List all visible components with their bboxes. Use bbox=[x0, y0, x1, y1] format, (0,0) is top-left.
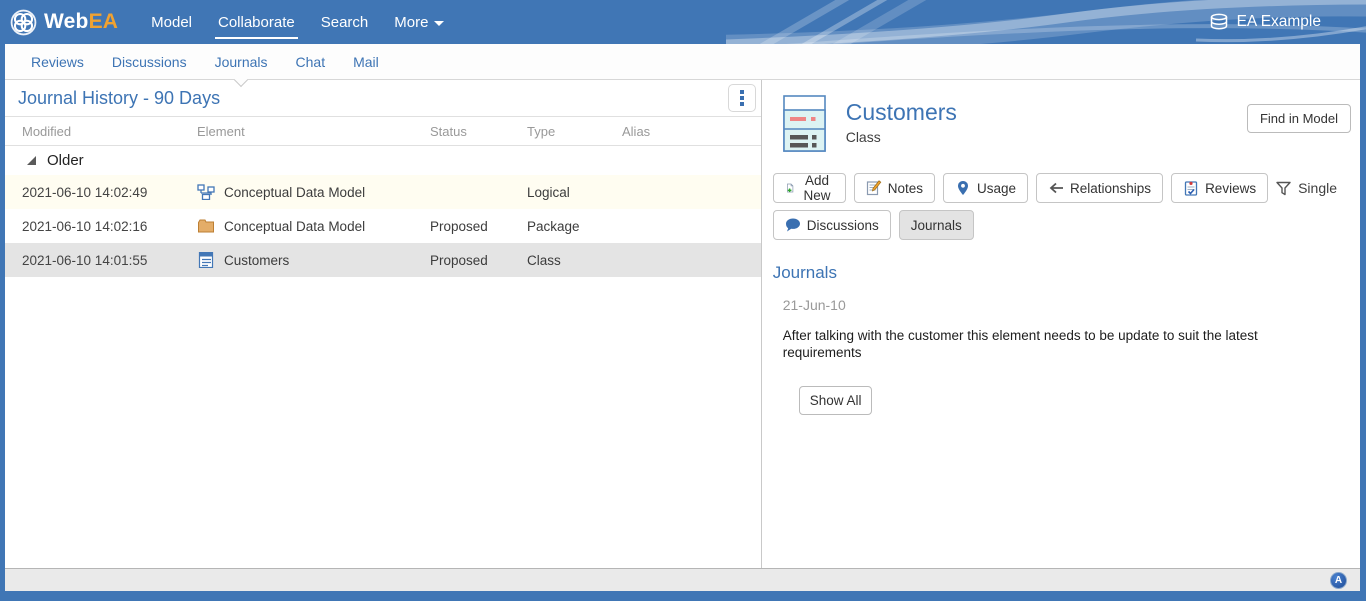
webea-brand[interactable]: WebEA bbox=[0, 9, 118, 36]
reviews-button[interactable]: Reviews bbox=[1171, 173, 1268, 203]
toolbar-row-2: Discussions Journals bbox=[773, 210, 1343, 240]
filter-funnel-icon bbox=[1276, 181, 1291, 196]
model-indicator[interactable]: EA Example bbox=[1209, 13, 1366, 32]
relationships-arrow-icon bbox=[1048, 180, 1064, 196]
subnav-journals[interactable]: Journals bbox=[201, 44, 282, 79]
element-name: Customers bbox=[846, 99, 957, 125]
model-name: EA Example bbox=[1237, 13, 1321, 31]
cell-type: Package bbox=[527, 219, 622, 234]
status-bar: A bbox=[5, 568, 1360, 591]
cell-element: Conceptual Data Model bbox=[195, 184, 430, 200]
group-expanded-triangle-icon bbox=[27, 156, 36, 165]
element-type: Class bbox=[846, 129, 957, 145]
journal-history-header: Journal History - 90 Days bbox=[5, 80, 761, 117]
cell-element: Conceptual Data Model bbox=[195, 218, 430, 234]
chevron-down-icon bbox=[434, 21, 444, 26]
journals-section: Journals 21-Jun-10 After talking with th… bbox=[773, 240, 1360, 415]
show-all-button[interactable]: Show All bbox=[799, 386, 873, 415]
top-navigation: Model Collaborate Search More bbox=[138, 0, 457, 44]
topnav-model[interactable]: Model bbox=[138, 0, 205, 44]
reviews-icon bbox=[1183, 180, 1199, 196]
column-header-modified[interactable]: Modified bbox=[5, 124, 195, 139]
topnav-more[interactable]: More bbox=[381, 0, 457, 44]
relationships-button[interactable]: Relationships bbox=[1036, 173, 1163, 203]
add-new-icon bbox=[785, 180, 795, 196]
cell-status: Proposed bbox=[430, 219, 527, 234]
column-header-alias[interactable]: Alias bbox=[622, 124, 761, 139]
usage-button[interactable]: Usage bbox=[943, 173, 1028, 203]
journals-button[interactable]: Journals bbox=[899, 210, 974, 240]
filter-single-toggle[interactable]: Single bbox=[1276, 180, 1343, 196]
cell-modified: 2021-06-10 14:01:55 bbox=[5, 253, 195, 268]
journals-section-title: Journals bbox=[773, 263, 1360, 283]
notes-icon bbox=[866, 180, 882, 196]
subnav-discussions[interactable]: Discussions bbox=[98, 44, 201, 79]
diagram-icon bbox=[197, 184, 215, 200]
element-toolbar: Add New Notes bbox=[773, 173, 1343, 240]
journal-table-header: Modified Element Status Type Alias bbox=[5, 117, 761, 146]
usage-pin-icon bbox=[955, 180, 971, 196]
find-in-model-button[interactable]: Find in Model bbox=[1247, 104, 1351, 133]
cell-type: Class bbox=[527, 253, 622, 268]
column-header-type[interactable]: Type bbox=[527, 124, 622, 139]
table-row[interactable]: 2021-06-10 14:02:16 Conceptual Data Mode… bbox=[5, 209, 761, 243]
database-icon bbox=[1209, 13, 1229, 32]
journal-entry-date: 21-Jun-10 bbox=[783, 297, 1360, 313]
table-row-selected[interactable]: 2021-06-10 14:01:55 Customers Proposed C… bbox=[5, 243, 761, 277]
journal-entry-text: After talking with the customer this ele… bbox=[783, 328, 1295, 361]
notes-button[interactable]: Notes bbox=[854, 173, 935, 203]
brand-text: WebEA bbox=[44, 10, 118, 34]
folder-icon bbox=[197, 218, 215, 234]
cell-status: Proposed bbox=[430, 253, 527, 268]
group-label: Older bbox=[47, 152, 84, 169]
cell-element: Customers bbox=[195, 252, 430, 268]
column-header-element[interactable]: Element bbox=[195, 124, 430, 139]
toolbar-row-1: Add New Notes bbox=[773, 173, 1343, 203]
add-new-button[interactable]: Add New bbox=[773, 173, 846, 203]
subnav-chat[interactable]: Chat bbox=[282, 44, 340, 79]
discussions-icon bbox=[785, 217, 801, 233]
cell-modified: 2021-06-10 14:02:49 bbox=[5, 185, 195, 200]
topnav-collaborate[interactable]: Collaborate bbox=[205, 0, 308, 44]
subnav-mail[interactable]: Mail bbox=[339, 44, 393, 79]
column-header-status[interactable]: Status bbox=[430, 124, 527, 139]
group-row-older[interactable]: Older bbox=[5, 146, 761, 175]
discussions-button[interactable]: Discussions bbox=[773, 210, 891, 240]
panel-title: Journal History - 90 Days bbox=[18, 88, 220, 109]
top-bar: WebEA Model Collaborate Search More EA E… bbox=[0, 0, 1366, 44]
element-header: Customers Class Find in Model bbox=[762, 80, 1360, 152]
class-icon bbox=[197, 252, 215, 268]
kebab-icon bbox=[740, 90, 744, 94]
journal-history-panel: Journal History - 90 Days Modified Eleme… bbox=[5, 80, 762, 568]
collaborate-subnav: Reviews Discussions Journals Chat Mail bbox=[5, 44, 1360, 80]
class-compartment-icon bbox=[783, 95, 826, 152]
table-row[interactable]: 2021-06-10 14:02:49 Conceptual Data Mode… bbox=[5, 175, 761, 209]
filter-label: Single bbox=[1298, 180, 1337, 196]
main-content: Journal History - 90 Days Modified Eleme… bbox=[5, 80, 1360, 568]
page-frame: Reviews Discussions Journals Chat Mail J… bbox=[5, 44, 1360, 591]
ea-logo-badge[interactable]: A bbox=[1330, 572, 1347, 589]
sparx-knot-icon bbox=[10, 9, 37, 36]
element-titles: Customers Class bbox=[846, 95, 957, 152]
cell-modified: 2021-06-10 14:02:16 bbox=[5, 219, 195, 234]
topnav-search[interactable]: Search bbox=[308, 0, 382, 44]
cell-type: Logical bbox=[527, 185, 622, 200]
subnav-reviews[interactable]: Reviews bbox=[17, 44, 98, 79]
panel-menu-button[interactable] bbox=[728, 84, 756, 112]
element-detail-panel: Customers Class Find in Model Add New bbox=[762, 80, 1360, 568]
